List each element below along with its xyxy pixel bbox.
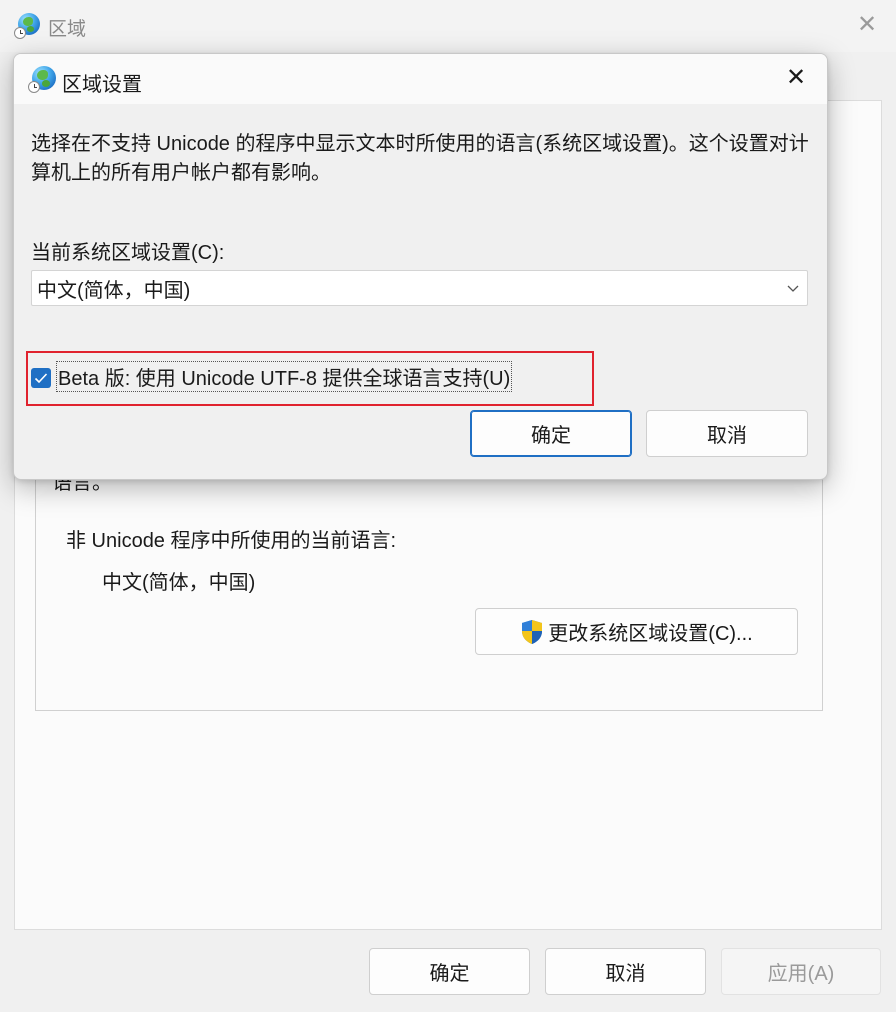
nonunicode-group-box — [35, 479, 823, 711]
close-icon[interactable]: ✕ — [854, 12, 880, 38]
ok-button[interactable]: 确定 — [369, 948, 530, 995]
dialog-cancel-button[interactable]: 取消 — [646, 410, 808, 457]
region-settings-dialog: 区域设置 ✕ 选择在不支持 Unicode 的程序中显示文本时所使用的语言(系统… — [13, 53, 828, 480]
dialog-ok-button[interactable]: 确定 — [470, 410, 632, 457]
cancel-button[interactable]: 取消 — [545, 948, 706, 995]
current-language-value: 中文(简体，中国) — [102, 572, 256, 594]
utf8-checkbox[interactable] — [31, 368, 51, 388]
dialog-title: 区域设置 — [62, 74, 142, 96]
change-system-locale-button[interactable]: 更改系统区域设置(C)... — [475, 608, 798, 655]
nonunicode-language-label: 非 Unicode 程序中所使用的当前语言: — [66, 530, 397, 552]
globe-clock-icon — [28, 66, 56, 94]
checkmark-icon — [34, 373, 48, 384]
dialog-titlebar: 区域设置 ✕ — [14, 54, 827, 104]
region-window-titlebar: 区域 ✕ — [0, 0, 896, 52]
system-locale-select[interactable]: 中文(简体，中国) — [31, 270, 808, 306]
change-system-locale-label: 更改系统区域设置(C)... — [548, 623, 753, 645]
system-locale-selected-value: 中文(简体，中国) — [37, 279, 191, 302]
close-icon[interactable]: ✕ — [783, 65, 809, 91]
chevron-down-icon — [787, 285, 799, 292]
globe-clock-icon — [14, 13, 40, 39]
dialog-description: 选择在不支持 Unicode 的程序中显示文本时所使用的语言(系统区域设置)。这… — [31, 133, 809, 184]
region-window-title: 区域 — [48, 19, 87, 40]
apply-button[interactable]: 应用(A) — [721, 948, 881, 995]
system-locale-label: 当前系统区域设置(C): — [31, 242, 225, 264]
utf8-checkbox-label[interactable]: Beta 版: 使用 Unicode UTF-8 提供全球语言支持(U) — [55, 361, 513, 392]
uac-shield-icon — [522, 619, 543, 644]
